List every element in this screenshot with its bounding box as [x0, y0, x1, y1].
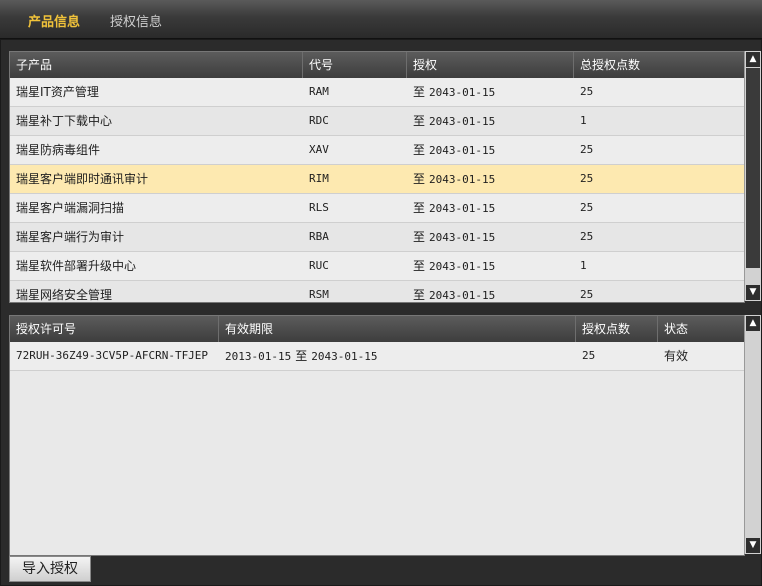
license-table: 授权许可号 有效期限 授权点数 状态 72RUH-36Z49-3CV5P-AFC…: [9, 315, 745, 556]
cell-code: RBA: [309, 230, 329, 243]
auth-prefix: 至: [413, 288, 426, 302]
cell-subproduct: 瑞星补丁下载中心: [16, 114, 113, 128]
cell-auth: 至 2043-01-15: [407, 136, 574, 165]
auth-prefix: 至: [413, 114, 426, 128]
cell-code: RDC: [309, 114, 329, 127]
table-row[interactable]: 瑞星补丁下载中心 RDC 至 2043-01-15 1: [10, 107, 744, 136]
auth-prefix: 至: [413, 172, 426, 186]
auth-date: 2043-01-15: [429, 289, 496, 302]
auth-date: 2043-01-15: [429, 115, 496, 128]
cell-code: RLS: [309, 201, 329, 214]
scroll-down-icon[interactable]: ▼: [746, 538, 760, 553]
scrollbar-thumb[interactable]: [746, 68, 760, 268]
cell-auth: 至 2043-01-15: [407, 223, 574, 252]
auth-date: 2043-01-15: [429, 231, 496, 244]
cell-subproduct: 瑞星客户端行为审计: [16, 230, 125, 244]
col-header-total-points[interactable]: 总授权点数: [574, 52, 744, 78]
col-header-subproduct[interactable]: 子产品: [10, 52, 303, 78]
validity-start: 2013-01-15: [225, 350, 292, 363]
tab-bar: 产品信息 授权信息: [0, 0, 762, 39]
auth-prefix: 至: [413, 201, 426, 215]
scroll-down-icon[interactable]: ▼: [746, 285, 760, 300]
table-row[interactable]: 瑞星客户端漏洞扫描 RLS 至 2043-01-15 25: [10, 194, 744, 223]
scroll-up-icon[interactable]: ▲: [746, 316, 760, 331]
cell-subproduct: 瑞星防病毒组件: [16, 143, 101, 157]
cell-points: 25: [582, 349, 596, 362]
table-row[interactable]: 72RUH-36Z49-3CV5P-AFCRN-TFJEP 2013-01-15 至…: [10, 342, 744, 371]
cell-auth: 至 2043-01-15: [407, 107, 574, 136]
cell-status: 有效: [664, 349, 689, 363]
cell-subproduct: 瑞星软件部署升级中心: [16, 259, 137, 273]
col-header-points[interactable]: 授权点数: [576, 316, 658, 342]
cell-total-points: 25: [580, 85, 594, 98]
auth-prefix: 至: [413, 85, 426, 99]
cell-subproduct: 瑞星IT资产管理: [16, 85, 99, 99]
license-table-header: 授权许可号 有效期限 授权点数 状态: [10, 316, 744, 342]
cell-total-points: 25: [580, 143, 594, 156]
cell-auth: 至 2043-01-15: [407, 194, 574, 223]
cell-subproduct: 瑞星客户端漏洞扫描: [16, 201, 125, 215]
import-license-button[interactable]: 导入授权: [9, 556, 91, 582]
cell-total-points: 25: [580, 288, 594, 301]
auth-date: 2043-01-15: [429, 260, 496, 273]
validity-to: 至: [295, 349, 308, 363]
cell-code: RSM: [309, 288, 329, 301]
table-row[interactable]: 瑞星软件部署升级中心 RUC 至 2043-01-15 1: [10, 252, 744, 281]
auth-prefix: 至: [413, 259, 426, 273]
cell-subproduct: 瑞星客户端即时通讯审计: [16, 172, 149, 186]
col-header-validity[interactable]: 有效期限: [219, 316, 576, 342]
tab-product-info[interactable]: 产品信息: [28, 11, 80, 30]
cell-validity: 2013-01-15 至 2043-01-15: [219, 342, 576, 371]
tab-license-info[interactable]: 授权信息: [110, 11, 162, 30]
cell-auth: 至 2043-01-15: [407, 78, 574, 107]
content-frame: 子产品 代号 授权 总授权点数 瑞星IT资产管理 RAM 至 2043-01-15 25…: [0, 39, 762, 586]
cell-license-no: 72RUH-36Z49-3CV5P-AFCRN-TFJEP: [16, 349, 209, 362]
table-row[interactable]: 瑞星网络安全管理 RSM 至 2043-01-15 25: [10, 281, 744, 302]
cell-total-points: 25: [580, 230, 594, 243]
products-scrollbar[interactable]: ▲ ▼: [744, 51, 761, 301]
col-header-status[interactable]: 状态: [658, 316, 744, 342]
cell-subproduct: 瑞星网络安全管理: [16, 288, 113, 302]
cell-total-points: 25: [580, 201, 594, 214]
col-header-license-no[interactable]: 授权许可号: [10, 316, 219, 342]
cell-total-points: 25: [580, 172, 594, 185]
cell-auth: 至 2043-01-15: [407, 165, 574, 194]
validity-end: 2043-01-15: [311, 350, 378, 363]
cell-auth: 至 2043-01-15: [407, 281, 574, 302]
cell-code: RAM: [309, 85, 329, 98]
table-row[interactable]: 瑞星防病毒组件 XAV 至 2043-01-15 25: [10, 136, 744, 165]
cell-code: XAV: [309, 143, 329, 156]
scroll-up-icon[interactable]: ▲: [746, 52, 760, 67]
license-scrollbar[interactable]: ▲ ▼: [744, 315, 761, 554]
auth-date: 2043-01-15: [429, 86, 496, 99]
table-row[interactable]: 瑞星客户端即时通讯审计 RIM 至 2043-01-15 25: [10, 165, 744, 194]
cell-code: RIM: [309, 172, 329, 185]
cell-total-points: 1: [580, 259, 587, 272]
auth-date: 2043-01-15: [429, 173, 496, 186]
cell-total-points: 1: [580, 114, 587, 127]
col-header-code[interactable]: 代号: [303, 52, 407, 78]
auth-prefix: 至: [413, 230, 426, 244]
col-header-auth[interactable]: 授权: [407, 52, 574, 78]
table-row[interactable]: 瑞星客户端行为审计 RBA 至 2043-01-15 25: [10, 223, 744, 252]
auth-prefix: 至: [413, 143, 426, 157]
auth-date: 2043-01-15: [429, 202, 496, 215]
cell-code: RUC: [309, 259, 329, 272]
products-table-header: 子产品 代号 授权 总授权点数: [10, 52, 744, 78]
products-table: 子产品 代号 授权 总授权点数 瑞星IT资产管理 RAM 至 2043-01-15 25…: [9, 51, 745, 303]
cell-auth: 至 2043-01-15: [407, 252, 574, 281]
table-row[interactable]: 瑞星IT资产管理 RAM 至 2043-01-15 25: [10, 78, 744, 107]
auth-date: 2043-01-15: [429, 144, 496, 157]
